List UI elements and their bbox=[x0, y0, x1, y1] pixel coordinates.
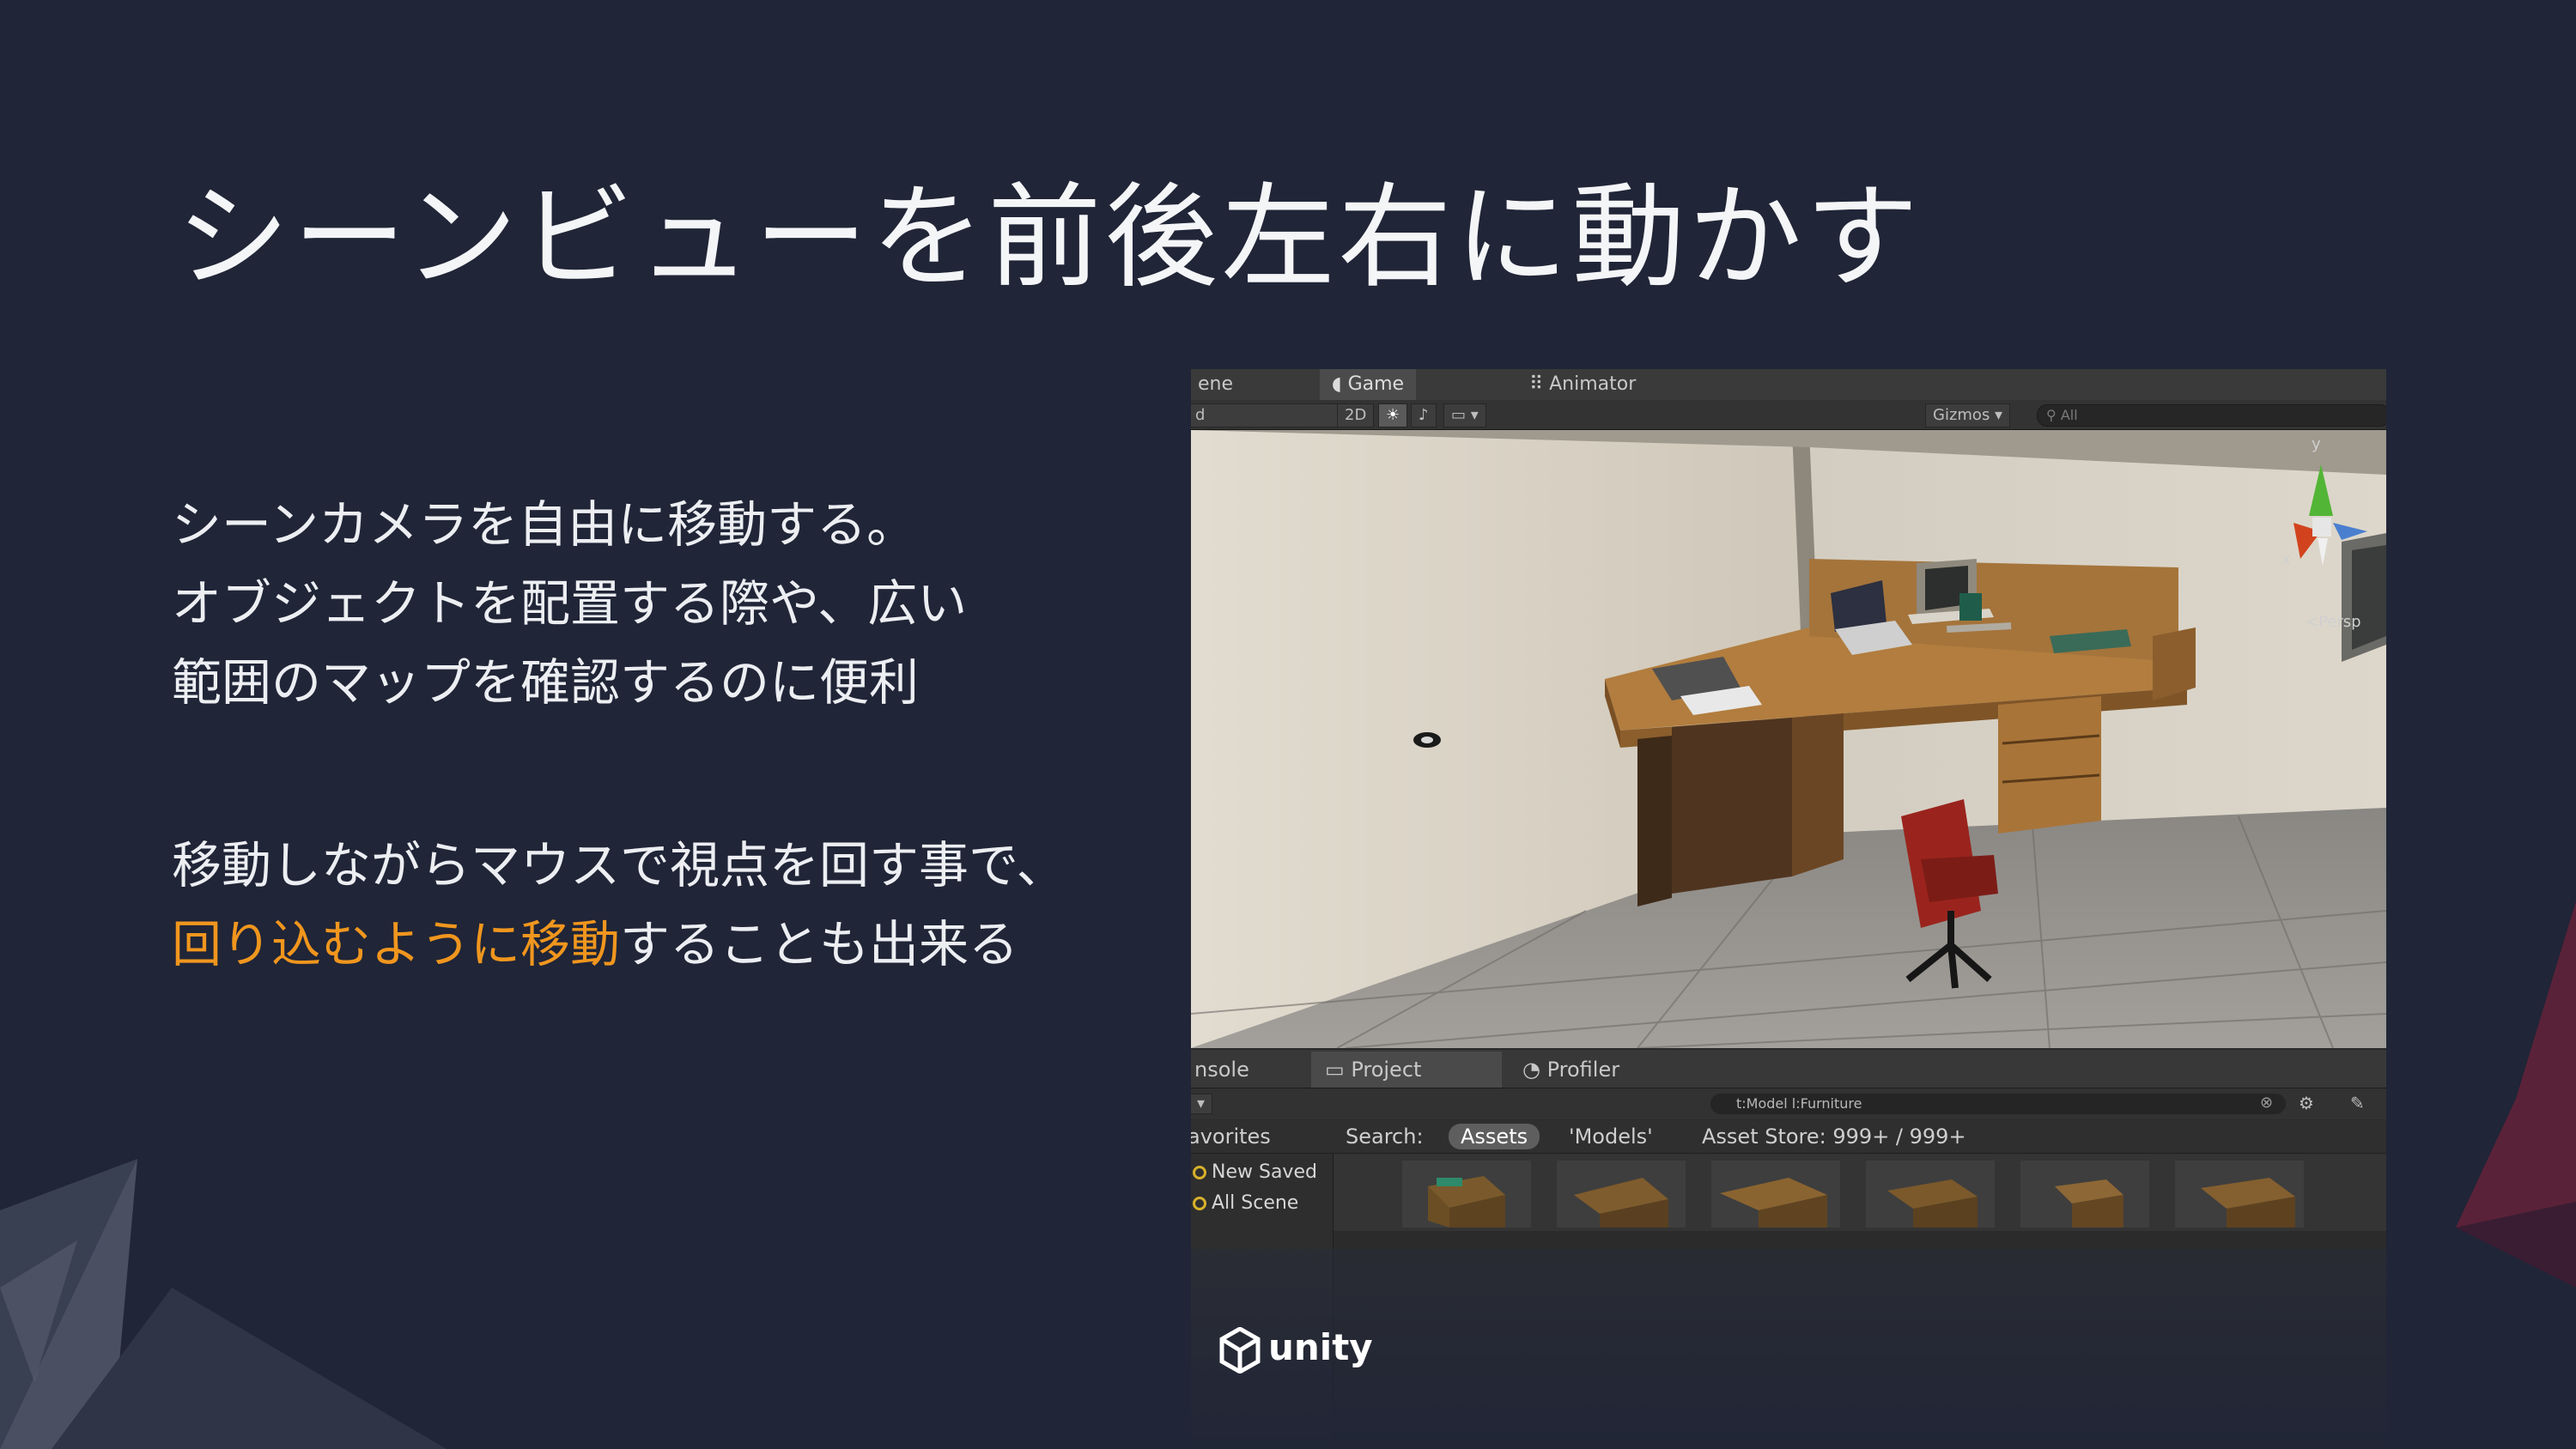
shading-mode-dropdown[interactable]: d bbox=[1191, 403, 1349, 427]
clear-search-icon[interactable]: ⊗ bbox=[2260, 1094, 2273, 1112]
background-shape-bottom-left bbox=[0, 1159, 447, 1449]
gizmo-y-label: y bbox=[2312, 435, 2321, 453]
profiler-icon: ◔ bbox=[1522, 1058, 1547, 1082]
persp-toggle[interactable]: <Persp bbox=[2306, 613, 2361, 631]
office-scene-render bbox=[1191, 430, 2386, 1048]
asset-grid bbox=[1334, 1154, 2386, 1231]
project-search-bar: ▾ t:Model l:Furniture ⊗ ⚙ ✎ bbox=[1191, 1088, 2386, 1119]
tab-game[interactable]: ◖ Game bbox=[1320, 369, 1417, 400]
description-line-rest: することも出来る bbox=[620, 915, 1019, 973]
description-paragraph-1: シーンカメラを自由に移動する。 オブジェクトを配置する際や、広い 範囲のマップを… bbox=[172, 485, 1168, 722]
tab-animator[interactable]: ⠿ Animator bbox=[1517, 369, 1648, 400]
persp-label: Persp bbox=[2318, 613, 2361, 631]
description-line: シーンカメラを自由に移動する。 bbox=[172, 495, 917, 554]
editor-tab-bar: ene ◖ Game ⠿ Animator bbox=[1191, 369, 2386, 401]
scene-viewport[interactable]: y x <Persp bbox=[1191, 430, 2386, 1048]
description-line: オブジェクトを配置する際や、広い bbox=[172, 574, 968, 633]
sidebar-item-new-saved[interactable]: New Saved bbox=[1191, 1157, 1317, 1188]
unity-editor-screenshot: ene ◖ Game ⠿ Animator d 2D ☀ ♪ ▭ ▾ Gizmo… bbox=[1191, 369, 2386, 1449]
sidebar-item-all-scene[interactable]: All Scene bbox=[1191, 1188, 1298, 1219]
sidebar-item-label: All Scene bbox=[1212, 1192, 1299, 1214]
search-scope-label: Search: bbox=[1346, 1125, 1424, 1149]
unity-cube-icon bbox=[1219, 1325, 1261, 1374]
sidebar-item-label: New Saved bbox=[1212, 1161, 1317, 1183]
toggle-2d-button[interactable]: 2D bbox=[1337, 403, 1375, 427]
gizmos-label: Gizmos bbox=[1933, 406, 1990, 424]
lighting-toggle-icon[interactable]: ☀ bbox=[1378, 403, 1408, 427]
search-icon bbox=[1193, 1197, 1206, 1210]
asset-thumbnail[interactable] bbox=[1402, 1161, 1531, 1228]
favorites-header: avorites bbox=[1191, 1125, 1271, 1149]
unity-logo-text: unity bbox=[1268, 1326, 1373, 1368]
folder-icon: ▭ bbox=[1325, 1058, 1352, 1082]
tab-game-label: Game bbox=[1347, 373, 1405, 395]
description-paragraph-2: 移動しながらマウスで視点を回す事で、 回り込むように移動することも出来る bbox=[172, 826, 1168, 984]
description-line: 範囲のマップを確認するのに便利 bbox=[172, 653, 920, 712]
project-search-value: t:Model l:Furniture bbox=[1736, 1095, 1862, 1112]
asset-thumbnail[interactable] bbox=[1557, 1161, 1686, 1228]
scene-search-input[interactable]: ⚲ All bbox=[2037, 404, 2386, 427]
asset-thumbnail[interactable] bbox=[1866, 1161, 1995, 1228]
search-icon: ⚲ bbox=[2046, 407, 2061, 423]
scope-assets-button[interactable]: Assets bbox=[1449, 1124, 1540, 1149]
search-icon bbox=[1193, 1166, 1206, 1179]
scope-asset-store-button[interactable]: Asset Store: 999+ / 999+ bbox=[1702, 1120, 1966, 1153]
project-tab-bar: nsole ▭ Project ◔ Profiler bbox=[1191, 1050, 2386, 1088]
description-line: 回り込むように移動することも出来る bbox=[172, 905, 1168, 984]
scene-search-value: All bbox=[2060, 407, 2078, 423]
tab-animator-label: Animator bbox=[1549, 373, 1637, 395]
scene-toolbar: d 2D ☀ ♪ ▭ ▾ Gizmos ▾ ⚲ All bbox=[1191, 400, 2386, 430]
tab-project-label: Project bbox=[1351, 1058, 1422, 1082]
asset-thumbnail[interactable] bbox=[1711, 1161, 1840, 1228]
filter-label-icon[interactable]: ✎ bbox=[2350, 1093, 2365, 1113]
tab-console[interactable]: nsole bbox=[1191, 1052, 1263, 1088]
tab-project[interactable]: ▭ Project bbox=[1311, 1052, 1502, 1088]
gizmo-x-label: x bbox=[2281, 550, 2291, 568]
animator-icon: ⠿ bbox=[1529, 373, 1550, 395]
unity-logo: unity bbox=[1218, 1322, 1373, 1374]
tab-profiler-label: Profiler bbox=[1546, 1058, 1620, 1082]
highlighted-text: 回り込むように移動 bbox=[172, 915, 621, 973]
background-shape-right bbox=[2456, 901, 2576, 1288]
tab-profiler[interactable]: ◔ Profiler bbox=[1509, 1052, 1633, 1088]
create-dropdown[interactable]: ▾ bbox=[1191, 1094, 1213, 1114]
asset-thumbnail[interactable] bbox=[2175, 1161, 2304, 1228]
filter-type-icon[interactable]: ⚙ bbox=[2299, 1093, 2314, 1113]
slide-title: シーンビューを前後左右に動かす bbox=[176, 172, 1923, 304]
audio-toggle-icon[interactable]: ♪ bbox=[1411, 403, 1437, 427]
gizmos-dropdown[interactable]: Gizmos ▾ bbox=[1925, 403, 2011, 427]
tab-scene[interactable]: ene bbox=[1191, 369, 1245, 400]
chevron-left-icon: < bbox=[2306, 613, 2319, 631]
description-line: 移動しながらマウスで視点を回す事で、 bbox=[172, 836, 1066, 894]
search-filter-row: avorites Search: Assets 'Models' Asset S… bbox=[1191, 1120, 2386, 1154]
scope-models-button[interactable]: 'Models' bbox=[1569, 1120, 1653, 1153]
effects-toggle-icon[interactable]: ▭ ▾ bbox=[1443, 403, 1486, 427]
project-search-input[interactable]: t:Model l:Furniture bbox=[1710, 1094, 2286, 1114]
game-icon: ◖ bbox=[1332, 373, 1348, 395]
asset-thumbnail[interactable] bbox=[2020, 1161, 2149, 1228]
